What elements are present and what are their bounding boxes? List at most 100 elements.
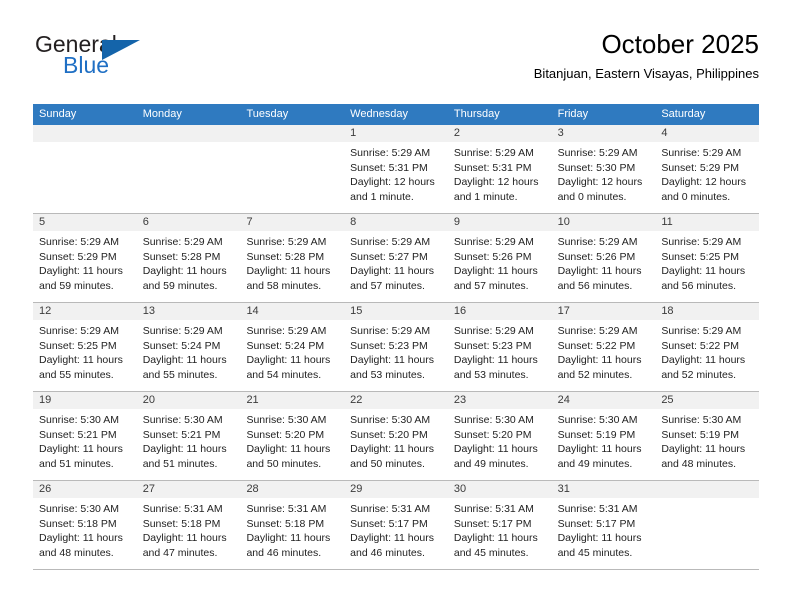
calendar-day-cell[interactable]: 14 Sunrise: 5:29 AM Sunset: 5:24 PM Dayligh… [240, 303, 345, 391]
general-blue-logo[interactable]: General Blue [33, 32, 253, 88]
calendar-day-cell[interactable]: 16 Sunrise: 5:29 AM Sunset: 5:23 PM Dayligh… [447, 303, 552, 391]
calendar-day-cell[interactable]: 24 Sunrise: 5:30 AM Sunset: 5:19 PM Dayligh… [551, 392, 656, 480]
calendar-day-cell[interactable]: 28 Sunrise: 5:31 AM Sunset: 5:18 PM Dayligh… [240, 481, 345, 569]
day-number: 4 [655, 125, 760, 142]
sunset-time: Sunset: 5:28 PM [246, 250, 325, 263]
calendar-day-cell[interactable]: 6 Sunrise: 5:29 AM Sunset: 5:28 PM Daylight… [136, 214, 241, 302]
sunrise-time: Sunrise: 5:29 AM [142, 236, 223, 248]
calendar-day-cell[interactable]: 11 Sunrise: 5:29 AM Sunset: 5:25 PM Dayligh… [655, 214, 760, 302]
calendar-day-cell[interactable]: 15 Sunrise: 5:29 AM Sunset: 5:23 PM Dayligh… [344, 303, 448, 391]
calendar-day-cell[interactable]: 17 Sunrise: 5:29 AM Sunset: 5:22 PM Dayligh… [551, 303, 656, 391]
calendar-day-cell[interactable]: 27 Sunrise: 5:31 AM Sunset: 5:18 PM Dayligh… [136, 481, 241, 569]
day-details: Sunrise: 5:30 AM Sunset: 5:21 PM Daylight:… [33, 409, 137, 471]
sunrise-time: Sunrise: 5:29 AM [350, 147, 431, 159]
weekday-header-row: Sunday Monday Tuesday Wednesday Thursday… [33, 104, 759, 125]
sunrise-time: Sunrise: 5:29 AM [350, 325, 431, 337]
calendar-day-cell[interactable]: 1 Sunrise: 5:29 AM Sunset: 5:31 PM Daylight… [344, 125, 448, 213]
calendar-day-cell[interactable]: 5 Sunrise: 5:29 AM Sunset: 5:29 PM Daylight… [33, 214, 137, 302]
daylight-duration-line2: and 47 minutes. [142, 546, 218, 559]
daylight-duration-line1: Daylight: 11 hours [661, 265, 746, 278]
weekday-header-sunday: Sunday [39, 108, 77, 120]
calendar-day-cell[interactable]: 25 Sunrise: 5:30 AM Sunset: 5:19 PM Dayligh… [655, 392, 760, 480]
calendar-day-cell[interactable]: 22 Sunrise: 5:30 AM Sunset: 5:20 PM Dayligh… [344, 392, 448, 480]
calendar-day-cell[interactable]: 10 Sunrise: 5:29 AM Sunset: 5:26 PM Dayligh… [551, 214, 656, 302]
sunset-time: Sunset: 5:18 PM [246, 517, 325, 530]
daylight-duration-line2: and 49 minutes. [453, 457, 529, 470]
calendar-day-cell[interactable]: 9 Sunrise: 5:29 AM Sunset: 5:26 PM Daylight… [447, 214, 552, 302]
sunset-time: Sunset: 5:29 PM [39, 250, 117, 263]
calendar-day-cell[interactable]: 21 Sunrise: 5:30 AM Sunset: 5:20 PM Dayligh… [240, 392, 345, 480]
daylight-duration-line1: Daylight: 11 hours [246, 443, 331, 456]
calendar-day-cell[interactable]: 30 Sunrise: 5:31 AM Sunset: 5:17 PM Dayligh… [447, 481, 552, 569]
sunrise-time: Sunrise: 5:30 AM [557, 414, 638, 426]
daylight-duration-line1: Daylight: 11 hours [350, 354, 435, 367]
weekday-header-friday: Friday [557, 108, 589, 120]
calendar-day-cell[interactable]: 18 Sunrise: 5:29 AM Sunset: 5:22 PM Dayligh… [655, 303, 760, 391]
day-number: 13 [136, 303, 241, 320]
day-number: 9 [447, 214, 552, 231]
day-details: Sunrise: 5:29 AM Sunset: 5:25 PM Daylight:… [33, 320, 137, 382]
daylight-duration-line2: and 52 minutes. [557, 368, 633, 381]
calendar-day-cell[interactable]: 8 Sunrise: 5:29 AM Sunset: 5:27 PM Daylight… [344, 214, 448, 302]
calendar-day-cell[interactable]: 23 Sunrise: 5:30 AM Sunset: 5:20 PM Dayligh… [447, 392, 552, 480]
day-details: Sunrise: 5:30 AM Sunset: 5:19 PM Daylight:… [552, 409, 656, 471]
day-number: 19 [33, 392, 137, 409]
sunset-time: Sunset: 5:21 PM [142, 428, 221, 441]
day-number: 17 [551, 303, 656, 320]
day-details: Sunrise: 5:29 AM Sunset: 5:24 PM Daylight:… [137, 320, 241, 382]
sunset-time: Sunset: 5:23 PM [350, 339, 428, 352]
sunset-time: Sunset: 5:17 PM [557, 517, 636, 530]
sunrise-time: Sunrise: 5:29 AM [246, 325, 327, 337]
daylight-duration-line1: Daylight: 11 hours [142, 532, 227, 545]
day-number: 8 [344, 214, 448, 231]
day-number: 22 [344, 392, 448, 409]
daylight-duration-line2: and 48 minutes. [661, 457, 737, 470]
sunrise-time: Sunrise: 5:29 AM [661, 236, 742, 248]
sunrise-time: Sunrise: 5:31 AM [557, 503, 638, 515]
day-details: Sunrise: 5:29 AM Sunset: 5:24 PM Daylight:… [240, 320, 344, 382]
day-details: Sunrise: 5:30 AM Sunset: 5:19 PM Daylight:… [655, 409, 759, 471]
daylight-duration-line1: Daylight: 11 hours [246, 532, 331, 545]
calendar-day-cell[interactable]: 12 Sunrise: 5:29 AM Sunset: 5:25 PM Dayligh… [33, 303, 137, 391]
day-details: Sunrise: 5:29 AM Sunset: 5:26 PM Daylight:… [552, 231, 656, 293]
day-details: Sunrise: 5:30 AM Sunset: 5:20 PM Daylight:… [344, 409, 448, 471]
day-details: Sunrise: 5:29 AM Sunset: 5:23 PM Daylight:… [448, 320, 552, 382]
calendar-day-cell[interactable]: 31 Sunrise: 5:31 AM Sunset: 5:17 PM Dayligh… [551, 481, 656, 569]
sunrise-time: Sunrise: 5:29 AM [661, 147, 742, 159]
daylight-duration-line2: and 54 minutes. [246, 368, 322, 381]
sunrise-time: Sunrise: 5:30 AM [39, 414, 119, 426]
day-details: Sunrise: 5:29 AM Sunset: 5:27 PM Daylight:… [344, 231, 448, 293]
sunset-time: Sunset: 5:23 PM [453, 339, 532, 352]
day-number: 18 [655, 303, 760, 320]
calendar-day-cell-empty [136, 125, 241, 213]
day-number: 11 [655, 214, 760, 231]
calendar-day-cell[interactable]: 26 Sunrise: 5:30 AM Sunset: 5:18 PM Dayligh… [33, 481, 137, 569]
day-details: Sunrise: 5:29 AM Sunset: 5:25 PM Daylight:… [655, 231, 759, 293]
daylight-duration-line2: and 46 minutes. [350, 546, 425, 559]
day-details: Sunrise: 5:30 AM Sunset: 5:21 PM Daylight:… [137, 409, 241, 471]
calendar-day-cell-empty [240, 125, 345, 213]
calendar-day-cell[interactable]: 13 Sunrise: 5:29 AM Sunset: 5:24 PM Dayligh… [136, 303, 241, 391]
calendar-day-cell[interactable]: 29 Sunrise: 5:31 AM Sunset: 5:17 PM Dayligh… [344, 481, 448, 569]
calendar-page: General Blue October 2025 Bitanjuan, Eas… [0, 0, 792, 612]
calendar-day-cell[interactable]: 19 Sunrise: 5:30 AM Sunset: 5:21 PM Dayligh… [33, 392, 137, 480]
sunset-time: Sunset: 5:27 PM [350, 250, 428, 263]
calendar-day-cell[interactable]: 20 Sunrise: 5:30 AM Sunset: 5:21 PM Dayligh… [136, 392, 241, 480]
daylight-duration-line2: and 59 minutes. [142, 279, 218, 292]
day-number: 28 [240, 481, 345, 498]
page-header: General Blue October 2025 Bitanjuan, Eas… [33, 28, 759, 96]
calendar-day-cell[interactable]: 3 Sunrise: 5:29 AM Sunset: 5:30 PM Daylight… [551, 125, 656, 213]
calendar-day-cell[interactable]: 7 Sunrise: 5:29 AM Sunset: 5:28 PM Daylight… [240, 214, 345, 302]
daylight-duration-line1: Daylight: 11 hours [557, 532, 642, 545]
calendar-grid: Sunday Monday Tuesday Wednesday Thursday… [33, 104, 760, 570]
calendar-day-cell[interactable]: 2 Sunrise: 5:29 AM Sunset: 5:31 PM Daylight… [447, 125, 552, 213]
calendar-day-cell[interactable]: 4 Sunrise: 5:29 AM Sunset: 5:29 PM Daylight… [655, 125, 760, 213]
sunrise-time: Sunrise: 5:29 AM [453, 147, 534, 159]
day-details: Sunrise: 5:31 AM Sunset: 5:18 PM Daylight:… [240, 498, 344, 560]
daylight-duration-line1: Daylight: 11 hours [350, 532, 435, 545]
daylight-duration-line2: and 45 minutes. [453, 546, 529, 559]
daylight-duration-line1: Daylight: 12 hours [661, 176, 746, 189]
sunset-time: Sunset: 5:22 PM [661, 339, 739, 352]
calendar-week-row: 19 Sunrise: 5:30 AM Sunset: 5:21 PM Dayligh… [33, 392, 760, 481]
daylight-duration-line2: and 1 minute. [350, 190, 414, 203]
